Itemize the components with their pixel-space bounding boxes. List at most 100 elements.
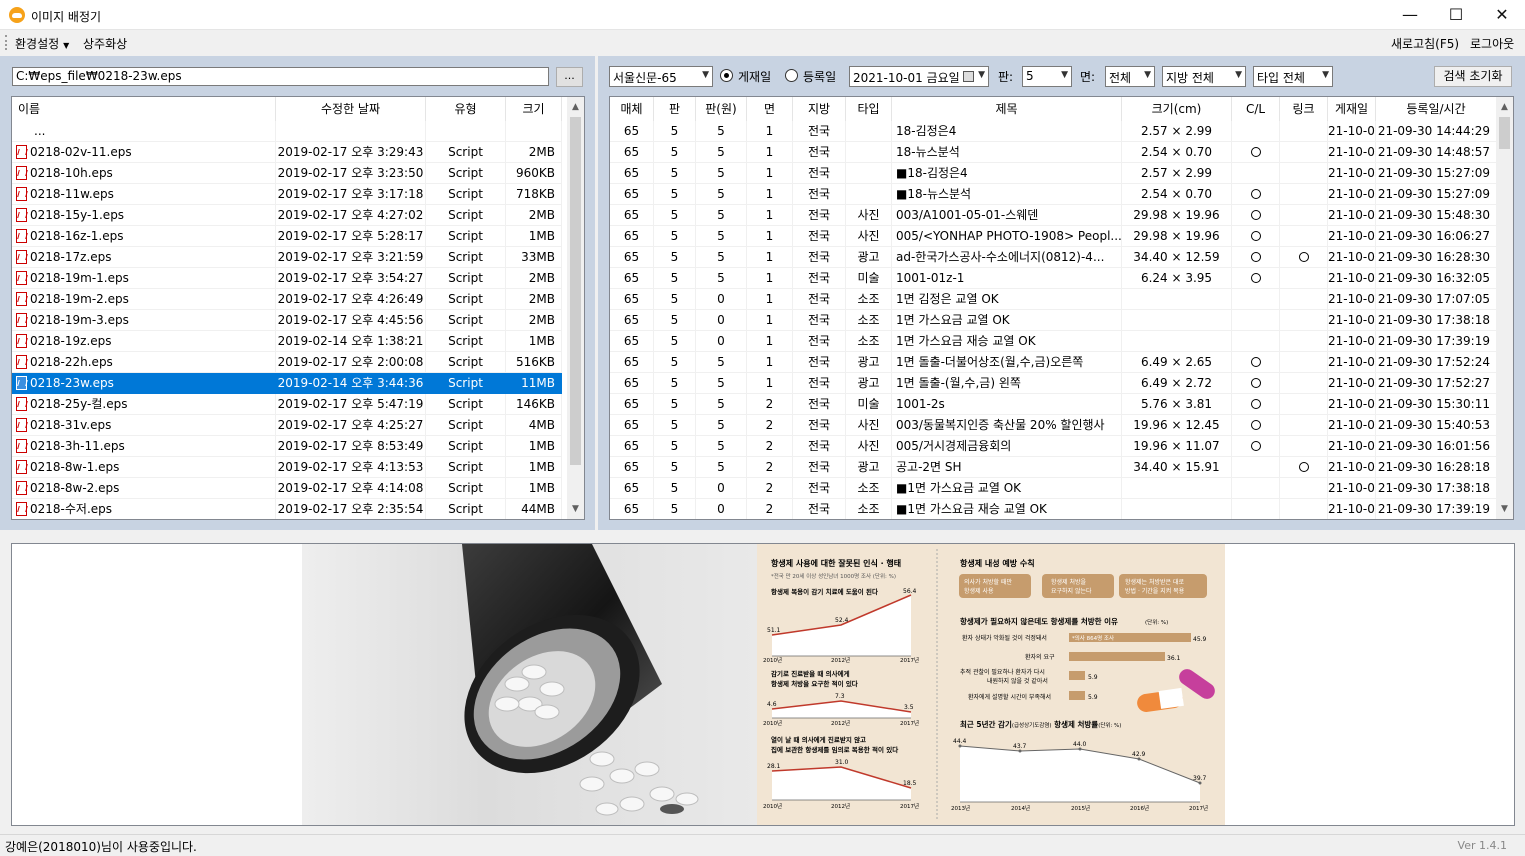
assignment-list-scrollbar[interactable]: ▲ ▼ xyxy=(1496,97,1513,519)
file-date-cell: 2019-02-17 오후 2:00:08 xyxy=(276,352,426,373)
assignment-row[interactable]: 65552전국미술1001-2s5.76 × 3.8121-10-0121-09… xyxy=(610,394,1497,415)
assignment-row[interactable]: 65552전국광고공고-2면 SH34.40 × 15.9121-10-0121… xyxy=(610,457,1497,478)
assignment-row[interactable]: 65 5 5 2 전국 사진 005/거시경제금융회의 19.96 × 11.07 21-10-… xyxy=(610,436,1497,457)
assignment-list[interactable]: 매체 판 판(원) 면 지방 타입 제목 크기(cm) C/L 링크 게재일 등록일/시간 65 5 5 1… xyxy=(609,96,1514,520)
radio-register-date[interactable] xyxy=(785,69,798,82)
region-select[interactable]: 지방 전체 ▼ xyxy=(1162,66,1246,87)
paper-select[interactable]: 서울신문-65 ▼ xyxy=(609,66,713,87)
type-select[interactable]: 타입 전체 ▼ xyxy=(1253,66,1333,87)
assignment-row[interactable]: 65551전국18-뉴스분석2.54 × 0.7021-10-0121-09-3… xyxy=(610,142,1497,163)
assignment-row[interactable]: 65502전국소조■1면 가스요금 교열 OK 21-10-0121-09-30 … xyxy=(610,478,1497,499)
publish-date-cell: 21-10-01 xyxy=(1328,394,1376,415)
scroll-down-icon[interactable]: ▼ xyxy=(567,501,584,518)
chevron-down-icon: ▼ xyxy=(1144,70,1151,80)
file-row[interactable]: 0218-10h.eps 2019-02-17 오후 3:23:50 Script 9… xyxy=(12,163,562,184)
file-row[interactable]: 0218-수저.eps 2019-02-17 오후 2:35:54 Script 44… xyxy=(12,499,562,519)
link-cell xyxy=(1280,331,1328,352)
col-size[interactable]: 크기(cm) xyxy=(1122,97,1232,121)
scroll-thumb[interactable] xyxy=(1499,117,1510,149)
file-row[interactable]: 0218-15y-1.eps 2019-02-17 오후 4:27:02 Scrip… xyxy=(12,205,562,226)
file-row[interactable]: 0218-19m-2.eps 2019-02-17 오후 4:26:49 Scrip… xyxy=(12,289,562,310)
publish-date-cell: 21-10-01 xyxy=(1328,415,1376,436)
file-path-input[interactable]: C:₩eps_file₩0218-23w.eps xyxy=(12,67,549,86)
type-cell: 미술 xyxy=(846,394,892,415)
col-size[interactable]: 크기 xyxy=(506,97,562,121)
file-row[interactable]: 0218-19z.eps 2019-02-14 오후 1:38:21 Script 1… xyxy=(12,331,562,352)
close-button[interactable]: ✕ xyxy=(1479,0,1525,30)
assignment-row[interactable]: 65551전국■18-뉴스분석2.54 × 0.7021-10-0121-09-… xyxy=(610,184,1497,205)
eps-file-icon xyxy=(16,376,27,390)
file-name-cell: 0218-8w-2.eps xyxy=(12,478,276,499)
maximize-button[interactable]: ☐ xyxy=(1433,0,1479,30)
file-name: 0218-8w-1.eps xyxy=(30,460,120,474)
assignment-row[interactable]: 65 5 5 1 전국 광고 1면 돌출-더불어상조(월,수,금)오른쪽 6.49 × 2.6… xyxy=(610,352,1497,373)
title-cell: 1001-01z-1 xyxy=(892,268,1122,289)
assignment-row[interactable]: 65 5 5 1 전국 사진 003/A1001-05-01-스웨덴 29.98 × 19.9… xyxy=(610,205,1497,226)
col-name[interactable]: 이름 xyxy=(12,97,276,121)
scroll-thumb[interactable] xyxy=(570,117,581,465)
version-label: Ver 1.4.1 xyxy=(1457,839,1507,852)
assignment-row[interactable]: 65551전국■18-김정은42.57 × 2.9921-10-0121-09-… xyxy=(610,163,1497,184)
file-size-cell: 146KB xyxy=(506,394,562,415)
page-select[interactable]: 전체 ▼ xyxy=(1105,66,1155,87)
register-time-cell: 21-09-30 15:27:09 xyxy=(1376,184,1497,205)
file-row[interactable]: 0218-31v.eps 2019-02-17 오후 4:25:27 Script 4… xyxy=(12,415,562,436)
file-row[interactable]: 0218-3h-11.eps 2019-02-17 오후 8:53:49 Scrip… xyxy=(12,436,562,457)
date-picker[interactable]: 2021-10-01 금요일 ▼ xyxy=(849,66,989,87)
assignment-row[interactable]: 65 5 5 1 전국 광고 ad-한국가스공사-수소에너지(0812)-4... 34.40… xyxy=(610,247,1497,268)
parent-folder-row[interactable]: ... xyxy=(12,121,562,142)
col-type[interactable]: 타입 xyxy=(846,97,892,121)
reset-search-button[interactable]: 검색 초기화 xyxy=(1434,66,1512,87)
col-type[interactable]: 유형 xyxy=(426,97,506,121)
col-cl[interactable]: C/L xyxy=(1232,97,1280,121)
col-media[interactable]: 매체 xyxy=(610,97,654,121)
file-row[interactable]: 0218-8w-1.eps 2019-02-17 오후 4:13:53 Script… xyxy=(12,457,562,478)
info-c3-v2: 31.0 xyxy=(835,759,849,766)
file-row[interactable]: 0218-19m-3.eps 2019-02-17 오후 4:45:56 Scrip… xyxy=(12,310,562,331)
col-edition-orig[interactable]: 판(원) xyxy=(696,97,747,121)
file-row[interactable]: 0218-17z.eps 2019-02-17 오후 3:21:59 Script 3… xyxy=(12,247,562,268)
col-publish-date[interactable]: 게재일 xyxy=(1328,97,1376,121)
assignment-row[interactable]: 65501전국소조1면 가스요금 재승 교열 OK 21-10-0121-09-3… xyxy=(610,331,1497,352)
file-row[interactable]: 0218-16z-1.eps 2019-02-17 오후 5:28:17 Scrip… xyxy=(12,226,562,247)
minimize-button[interactable]: — xyxy=(1387,0,1433,30)
col-region[interactable]: 지방 xyxy=(793,97,846,121)
logout-menu[interactable]: 로그아웃 xyxy=(1470,35,1514,52)
col-register-time[interactable]: 등록일/시간 xyxy=(1376,97,1497,121)
browse-button[interactable]: ... xyxy=(556,67,583,87)
file-row[interactable]: 0218-19m-1.eps 2019-02-17 오후 3:54:27 Scrip… xyxy=(12,268,562,289)
settings-menu[interactable]: 환경설정 ▼ xyxy=(15,35,69,52)
file-row[interactable]: 0218-02v-11.eps 2019-02-17 오후 3:29:43 Scri… xyxy=(12,142,562,163)
edition-select[interactable]: 5 ▼ xyxy=(1022,66,1072,87)
col-date[interactable]: 수정한 날짜 xyxy=(276,97,426,121)
file-row[interactable]: 0218-23w.eps 2019-02-14 오후 3:44:36 Script 1… xyxy=(12,373,562,394)
resident-image-menu[interactable]: 상주화상 xyxy=(83,35,127,52)
page-cell: 1 xyxy=(747,142,793,163)
media-cell: 65 xyxy=(610,142,654,163)
file-list[interactable]: 이름 수정한 날짜 유형 크기 ... 0218-02v-11.eps 2019-… xyxy=(11,96,585,520)
assignment-row[interactable]: 65 5 5 1 전국 사진 005/<YONHAP PHOTO-1908> Peopl..… xyxy=(610,226,1497,247)
file-row[interactable]: 0218-25y-컬.eps 2019-02-17 오후 5:47:19 Scrip… xyxy=(12,394,562,415)
file-row[interactable]: 0218-22h.eps 2019-02-17 오후 2:00:08 Script 5… xyxy=(12,352,562,373)
col-link[interactable]: 링크 xyxy=(1280,97,1328,121)
scroll-up-icon[interactable]: ▲ xyxy=(1496,99,1513,116)
assignment-row[interactable]: 65551전국18-김정은42.57 × 2.9921-10-0121-09-3… xyxy=(610,121,1497,142)
assignment-row[interactable]: 65551전국미술1001-01z-16.24 × 3.9521-10-0121… xyxy=(610,268,1497,289)
file-row[interactable]: 0218-11w.eps 2019-02-17 오후 3:17:18 Script 7… xyxy=(12,184,562,205)
scroll-down-icon[interactable]: ▼ xyxy=(1496,501,1513,518)
col-edition[interactable]: 판 xyxy=(654,97,696,121)
scroll-up-icon[interactable]: ▲ xyxy=(567,99,584,116)
col-title[interactable]: 제목 xyxy=(892,97,1122,121)
assignment-row[interactable]: 65501전국소조1면 가스요금 교열 OK 21-10-0121-09-30 1… xyxy=(610,310,1497,331)
assignment-row[interactable]: 65 5 5 1 전국 광고 1면 돌출-(월,수,금) 왼쪽 6.49 × 2.72 21-1… xyxy=(610,373,1497,394)
assignment-row[interactable]: 65 5 5 2 전국 사진 003/동물복지인증 축산물 20% 할인행사 19.96 × … xyxy=(610,415,1497,436)
refresh-menu[interactable]: 새로고침(F5) xyxy=(1391,35,1459,52)
file-date-cell: 2019-02-17 오후 3:21:59 xyxy=(276,247,426,268)
file-list-scrollbar[interactable]: ▲ ▼ xyxy=(567,97,584,519)
radio-publish-date[interactable] xyxy=(720,69,733,82)
col-page[interactable]: 면 xyxy=(747,97,793,121)
link-cell xyxy=(1280,310,1328,331)
assignment-row[interactable]: 65502전국소조■1면 가스요금 재승 교열 OK 21-10-0121-09-… xyxy=(610,499,1497,519)
file-row[interactable]: 0218-8w-2.eps 2019-02-17 오후 4:14:08 Script… xyxy=(12,478,562,499)
assignment-row[interactable]: 65501전국소조1면 김정은 교열 OK 21-10-0121-09-30 17… xyxy=(610,289,1497,310)
